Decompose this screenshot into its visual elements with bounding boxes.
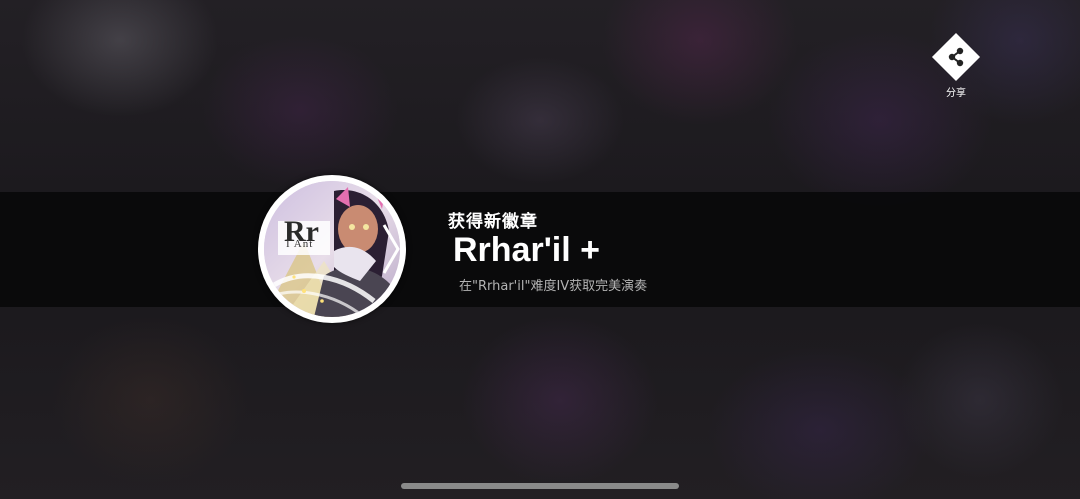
share-button[interactable]: 分享 [928, 32, 984, 100]
badge-subtitle: 获得新徽章 [448, 212, 538, 232]
badge-medallion: Rr I Ant [258, 175, 406, 323]
home-indicator[interactable] [401, 483, 679, 489]
share-icon [948, 47, 964, 67]
share-label: 分享 [946, 88, 966, 99]
badge-description: 在"Rrhar'il"难度IV获取完美演奏 [459, 279, 648, 294]
badge-plus-mark [382, 224, 400, 274]
badge-art-caption: I Ant [286, 238, 314, 250]
app-screen: Rr I Ant 获得新徽章 Rrhar'il + 在"Rrhar'il"难度I… [0, 0, 1080, 499]
badge-name: Rrhar'il + [453, 231, 600, 269]
